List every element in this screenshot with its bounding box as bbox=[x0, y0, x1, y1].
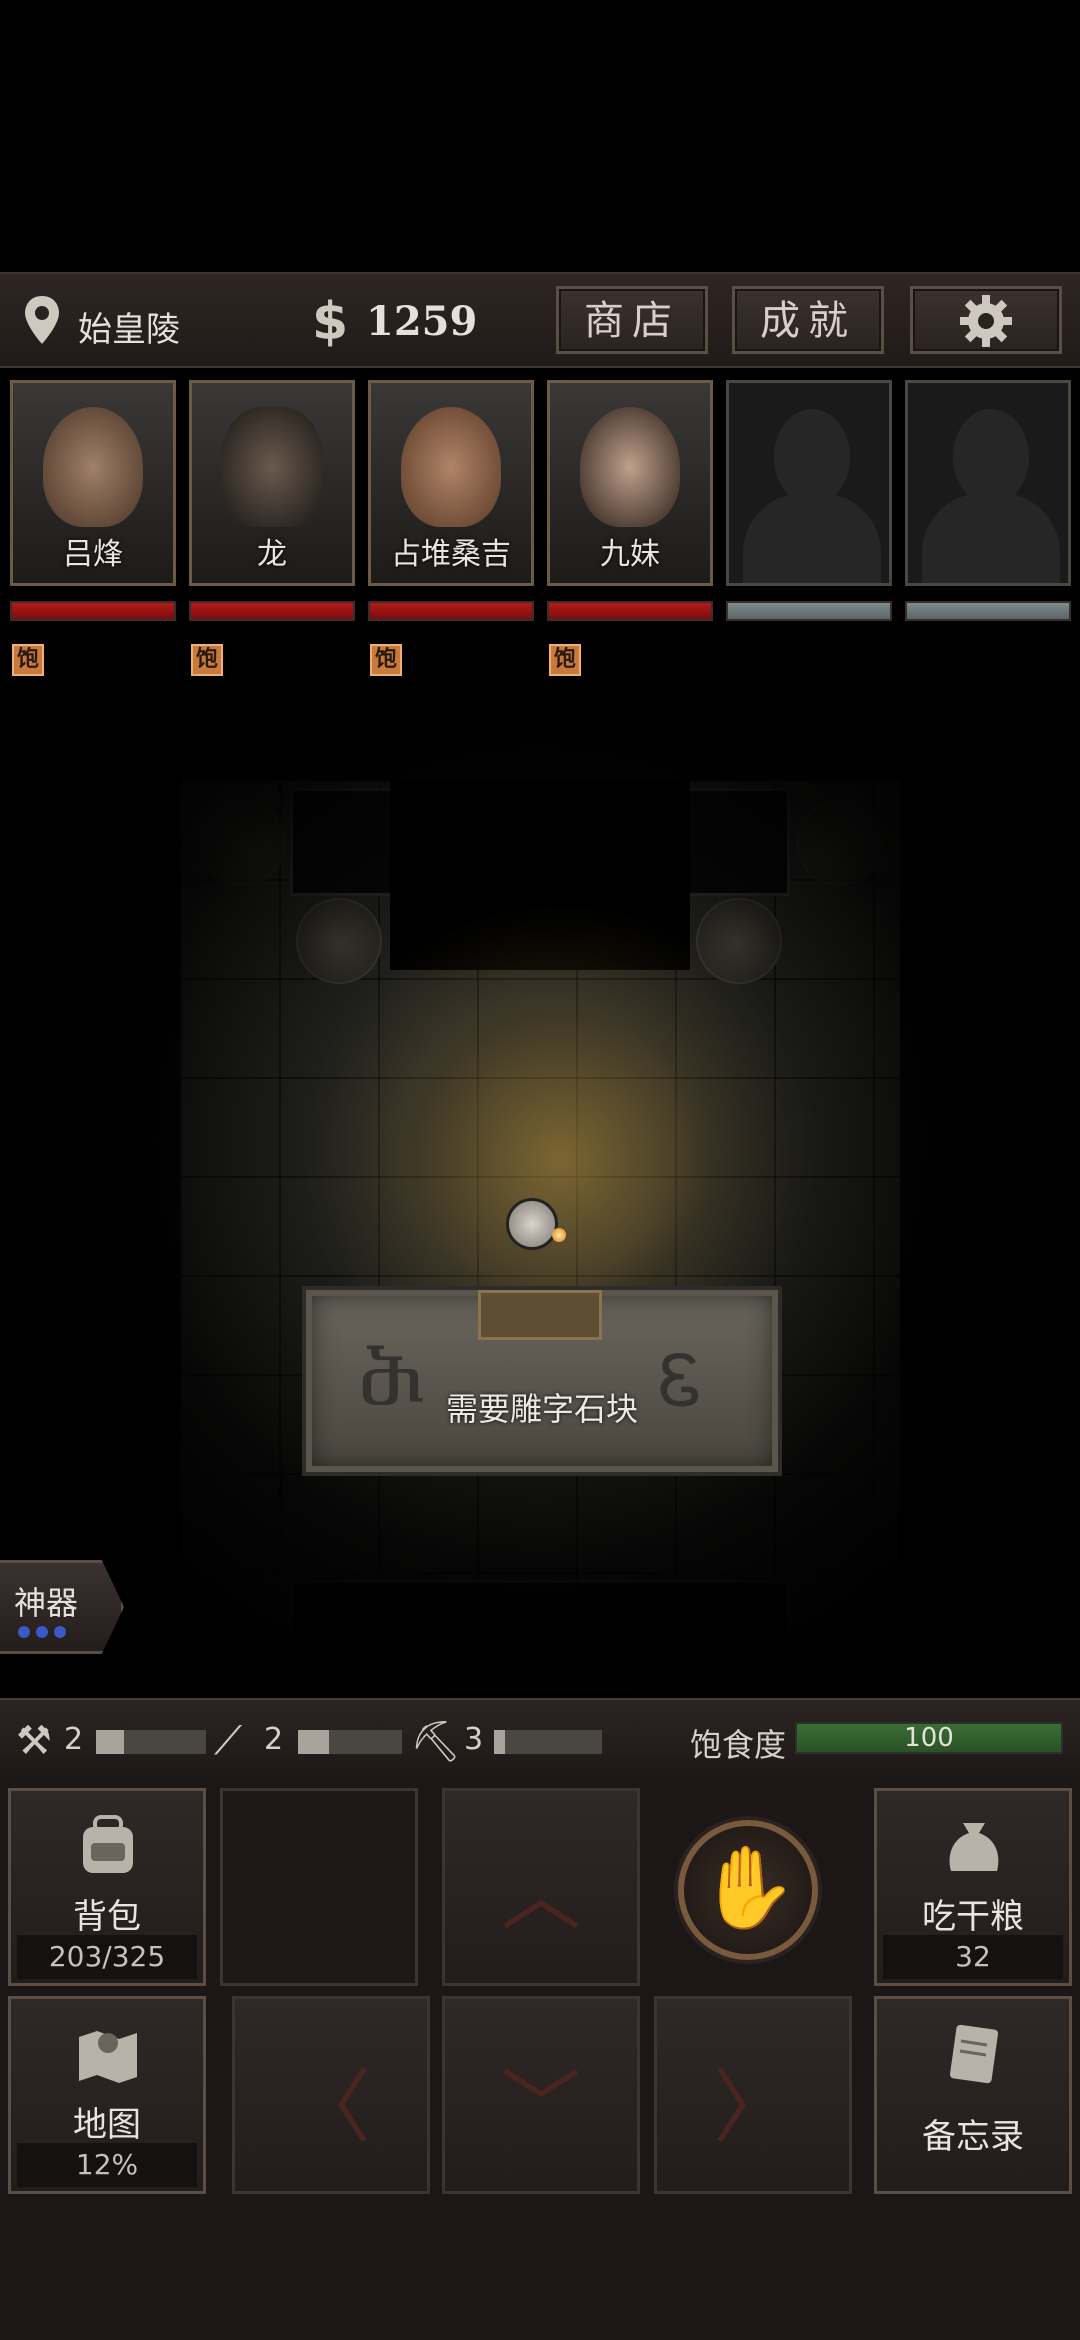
torch-icon: ⚒ bbox=[16, 1718, 52, 1764]
tool-durability-bar bbox=[298, 1730, 402, 1754]
map-button[interactable]: 地图 12% bbox=[8, 1996, 206, 2194]
dungeon-view[interactable] bbox=[0, 700, 1080, 1690]
darkness-overlay bbox=[0, 700, 1080, 1690]
arrow-right-icon: 〉 bbox=[713, 2061, 793, 2154]
party-member-name: 占堆桑吉 bbox=[391, 537, 511, 572]
hp-bar bbox=[10, 601, 176, 621]
ration-bag-icon bbox=[949, 1823, 999, 1871]
backpack-label: 背包 bbox=[73, 1897, 141, 1937]
hunger-label: 饱食度 bbox=[690, 1726, 787, 1764]
memo-label: 备忘录 bbox=[922, 2117, 1024, 2157]
arrow-down-icon: ﹀ bbox=[501, 2061, 581, 2154]
status-badge: 饱 bbox=[370, 644, 402, 676]
location-pin-icon bbox=[25, 296, 59, 344]
memo-book-icon bbox=[949, 2024, 999, 2084]
player-skull-icon[interactable] bbox=[506, 1198, 558, 1250]
party-member-name: 吕烽 bbox=[63, 537, 123, 572]
settings-button[interactable] bbox=[910, 286, 1062, 354]
tool-durability-fill bbox=[298, 1730, 330, 1754]
artifact-charge bbox=[18, 1626, 30, 1638]
tool-durability-fill bbox=[96, 1730, 124, 1754]
hp-bar bbox=[368, 601, 534, 621]
artifact-charge bbox=[36, 1626, 48, 1638]
party-slot-empty[interactable] bbox=[905, 380, 1071, 586]
arrow-up-icon: ︿ bbox=[501, 1849, 581, 1942]
artifact-charge bbox=[54, 1626, 66, 1638]
rope-icon: ⟋ bbox=[214, 1718, 242, 1764]
party-member-name: 九妹 bbox=[600, 537, 660, 572]
top-bar: 始皇陵 $ 1259 商店 成就 bbox=[0, 272, 1080, 368]
tool-durability-bar bbox=[494, 1730, 602, 1754]
memo-button[interactable]: 备忘录 bbox=[874, 1996, 1072, 2194]
gear-icon bbox=[960, 295, 1012, 347]
empty-cell bbox=[220, 1788, 418, 1986]
location-name: 始皇陵 bbox=[78, 310, 180, 350]
silhouette-body bbox=[922, 493, 1060, 583]
tool-durability-fill bbox=[494, 1730, 505, 1754]
tool-count: 3 bbox=[464, 1722, 484, 1757]
portrait-face bbox=[222, 407, 322, 527]
status-badge: 饱 bbox=[549, 644, 581, 676]
party-slot-empty[interactable] bbox=[726, 380, 892, 586]
status-badge: 饱 bbox=[191, 644, 223, 676]
move-up-button[interactable]: ︿ bbox=[442, 1788, 640, 1986]
eat-ration-button[interactable]: 吃干粮 32 bbox=[874, 1788, 1072, 1986]
interact-button[interactable]: ✋ bbox=[678, 1820, 818, 1960]
party-member-name: 龙 bbox=[257, 537, 287, 572]
move-right-button[interactable]: 〉 bbox=[654, 1996, 852, 2194]
backpack-capacity: 203/325 bbox=[17, 1935, 197, 1979]
hp-bar-empty bbox=[726, 601, 892, 621]
hp-bar bbox=[189, 601, 355, 621]
party-member-1[interactable]: 吕烽 bbox=[10, 380, 176, 586]
money-amount: 1259 bbox=[366, 298, 478, 345]
move-down-button[interactable]: ﹀ bbox=[442, 1996, 640, 2194]
party-member-4[interactable]: 九妹 bbox=[547, 380, 713, 586]
map-progress: 12% bbox=[17, 2143, 197, 2187]
stone-slot bbox=[478, 1290, 602, 1340]
bottom-area bbox=[0, 2194, 1080, 2340]
party-member-3[interactable]: 占堆桑吉 bbox=[368, 380, 534, 586]
artifact-label: 神器 bbox=[14, 1584, 79, 1622]
tools-bar: ⚒ 2 ⟋ 2 ⛏ 3 饱食度 100 bbox=[0, 1698, 1080, 1780]
silhouette-icon bbox=[953, 409, 1029, 505]
portrait-face bbox=[401, 407, 501, 527]
stone-message: 需要雕字石块 bbox=[445, 1390, 638, 1428]
arrow-left-icon: 〈 bbox=[291, 2061, 371, 2154]
status-badge: 饱 bbox=[12, 644, 44, 676]
silhouette-icon bbox=[774, 409, 850, 505]
portrait-face bbox=[580, 407, 680, 527]
hand-icon: ✋ bbox=[698, 1841, 798, 1934]
move-left-button[interactable]: 〈 bbox=[232, 1996, 430, 2194]
torch-icon bbox=[552, 1228, 566, 1242]
hunger-value: 100 bbox=[904, 1723, 954, 1753]
eat-ration-label: 吃干粮 bbox=[922, 1897, 1024, 1937]
silhouette-body bbox=[743, 493, 881, 583]
shovel-icon: ⛏ bbox=[410, 1719, 461, 1765]
tool-durability-bar bbox=[96, 1730, 206, 1754]
hunger-bar: 100 bbox=[795, 1722, 1063, 1754]
portrait-face bbox=[43, 407, 143, 527]
shop-button[interactable]: 商店 bbox=[556, 286, 708, 354]
money-icon: $ bbox=[312, 292, 349, 352]
backpack-icon bbox=[83, 1815, 133, 1873]
hp-bar-empty bbox=[905, 601, 1071, 621]
tool-count: 2 bbox=[264, 1722, 284, 1757]
hp-bar bbox=[547, 601, 713, 621]
ration-count: 32 bbox=[883, 1935, 1063, 1979]
tool-count: 2 bbox=[64, 1722, 84, 1757]
map-label: 地图 bbox=[73, 2105, 141, 2145]
backpack-button[interactable]: 背包 203/325 bbox=[8, 1788, 206, 1986]
party-member-2[interactable]: 龙 bbox=[189, 380, 355, 586]
achievements-button[interactable]: 成就 bbox=[732, 286, 884, 354]
map-icon bbox=[79, 2031, 137, 2083]
